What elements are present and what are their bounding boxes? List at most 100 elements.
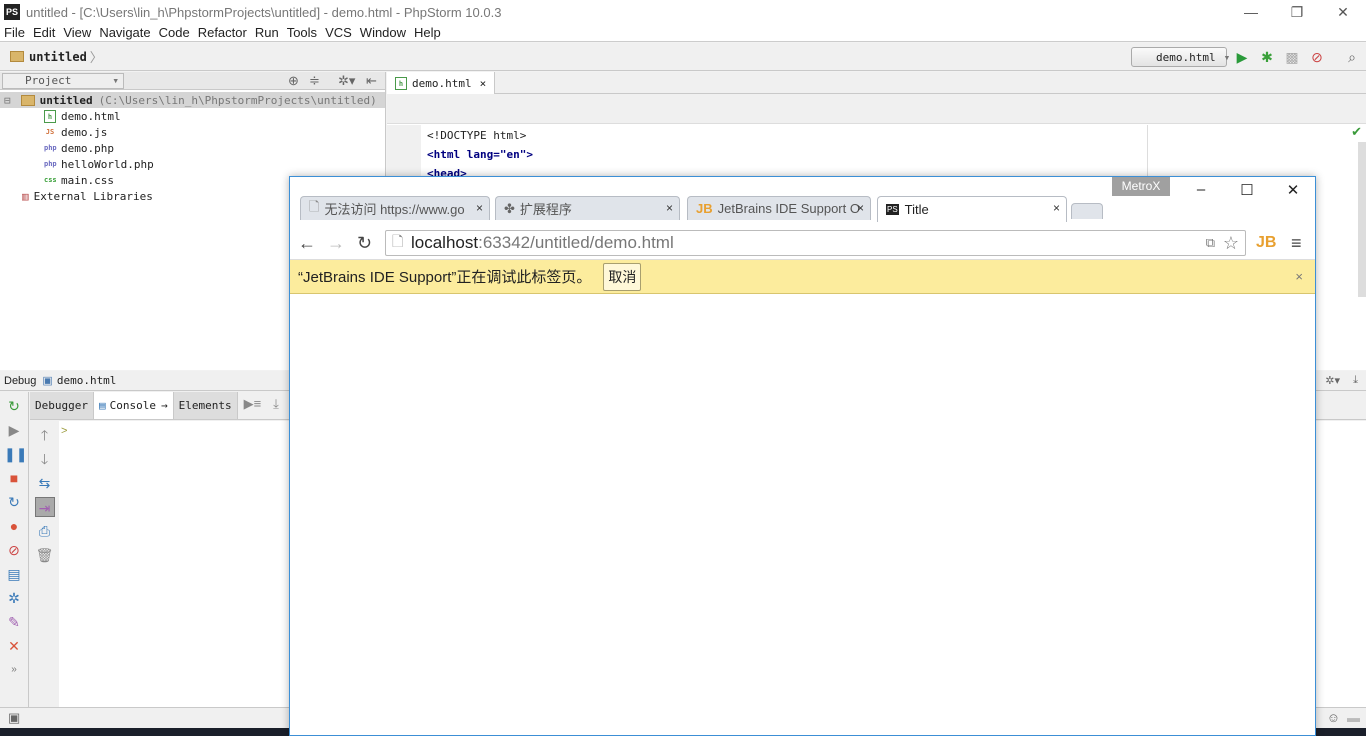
console-icon: ▤: [98, 399, 106, 412]
rerun-icon[interactable]: ↻: [4, 396, 24, 416]
layout-icon[interactable]: ▤: [4, 564, 24, 584]
more-icon[interactable]: »: [4, 660, 24, 680]
phpstorm-logo: PS: [4, 4, 20, 20]
close-tab-icon[interactable]: ×: [857, 201, 864, 215]
external-libraries-label: External Libraries: [33, 189, 153, 203]
gear-icon[interactable]: ✲▾: [1325, 374, 1340, 387]
file-name: helloWorld.php: [61, 157, 154, 171]
menu-run[interactable]: Run: [251, 24, 283, 41]
stop-icon[interactable]: ■: [4, 468, 24, 488]
file-name: demo.html: [61, 109, 121, 123]
pin-icon[interactable]: ✎: [4, 612, 24, 632]
menu-icon[interactable]: ≡: [1291, 233, 1302, 254]
close-tab-icon[interactable]: ×: [480, 77, 487, 90]
tree-item[interactable]: JS demo.js: [0, 124, 385, 140]
tab-label: Console: [109, 399, 156, 412]
close-tab-icon[interactable]: ×: [476, 201, 483, 215]
jetbrains-extension-icon[interactable]: JB: [1256, 234, 1276, 252]
translate-icon[interactable]: ⧉: [1206, 235, 1215, 251]
menu-navigate[interactable]: Navigate: [95, 24, 154, 41]
tab-elements[interactable]: Elements: [173, 392, 238, 419]
event-log-icon[interactable]: ▬: [1347, 710, 1360, 725]
run-config-select[interactable]: demo.html ▾: [1131, 47, 1230, 67]
restart-icon[interactable]: ↻: [4, 492, 24, 512]
trash-icon[interactable]: 🗑: [35, 545, 55, 565]
close-tab-icon[interactable]: ×: [1053, 201, 1060, 215]
menu-tools[interactable]: Tools: [283, 24, 321, 41]
reload-icon[interactable]: ↻: [357, 233, 372, 254]
tree-item[interactable]: h demo.html: [0, 108, 385, 124]
chrome-minimize-button[interactable]: –: [1178, 181, 1224, 201]
tab-title: 无法访问 https://www.go: [324, 202, 465, 217]
scrollbar[interactable]: [1358, 142, 1366, 297]
scroll-to-end-icon[interactable]: ⇥: [34, 497, 55, 517]
tab-console[interactable]: ▤ Console →: [93, 392, 174, 419]
tab-debugger[interactable]: Debugger: [30, 392, 94, 419]
forward-icon[interactable]: →: [327, 233, 345, 254]
gear-icon[interactable]: ✲▾: [338, 73, 355, 89]
tree-item[interactable]: php demo.php: [0, 140, 385, 156]
soft-wrap-icon[interactable]: ⇆: [35, 473, 55, 493]
code-line[interactable]: <!DOCTYPE html>: [427, 129, 526, 142]
breakpoints-icon[interactable]: ●: [4, 516, 24, 536]
browser-tab[interactable]: 🗋 无法访问 https://www.go ×: [300, 196, 490, 220]
debug-config-name[interactable]: demo.html: [57, 374, 117, 387]
chrome-close-button[interactable]: ✕: [1270, 181, 1316, 201]
close-button[interactable]: ✕: [1320, 0, 1366, 24]
breadcrumb-untitled[interactable]: untitled: [29, 50, 87, 64]
search-icon[interactable]: ⌕: [1344, 49, 1360, 65]
collapse-icon[interactable]: ⊟: [4, 94, 11, 107]
close-infobar-icon[interactable]: ×: [1295, 269, 1303, 284]
menu-edit[interactable]: Edit: [29, 24, 59, 41]
menu-refactor[interactable]: Refactor: [194, 24, 251, 41]
tool-window-icon[interactable]: ▣: [8, 710, 20, 726]
code-line[interactable]: <html lang="en">: [427, 148, 533, 161]
menu-vcs[interactable]: VCS: [321, 24, 356, 41]
page-content[interactable]: [290, 294, 1315, 734]
project-view-select[interactable]: Project ▾: [2, 72, 124, 89]
collapse-all-icon[interactable]: ≑: [309, 73, 320, 89]
resume-icon[interactable]: ▶: [4, 420, 24, 440]
menu-help[interactable]: Help: [410, 24, 445, 41]
restore-button[interactable]: ❐: [1274, 0, 1320, 24]
debug-bug-icon[interactable]: ✱: [1259, 49, 1275, 65]
tree-item[interactable]: php helloWorld.php: [0, 156, 385, 172]
menu-code[interactable]: Code: [155, 24, 194, 41]
print-icon[interactable]: ⎙: [35, 521, 55, 541]
browser-tab[interactable]: ✤ 扩展程序 ×: [495, 196, 680, 220]
cancel-button[interactable]: 取消: [603, 262, 642, 291]
hide-panel-icon[interactable]: ⇤: [366, 73, 377, 89]
star-icon[interactable]: ☆: [1223, 233, 1239, 254]
menu-view[interactable]: View: [59, 24, 95, 41]
mute-breakpoints-icon[interactable]: ⊘: [4, 540, 24, 560]
url-path: :63342/untitled/demo.html: [478, 233, 674, 252]
editor-tab-demo-html[interactable]: h demo.html ×: [387, 72, 496, 94]
step-over-icon[interactable]: ⤓: [267, 392, 285, 419]
menu-window[interactable]: Window: [356, 24, 410, 41]
new-tab-button[interactable]: [1071, 203, 1103, 219]
tree-root[interactable]: ⊟ untitled (C:\Users\lin_h\PhpstormProje…: [0, 92, 385, 108]
browser-tab-active[interactable]: PS Title ×: [877, 196, 1067, 222]
up-arrow-icon[interactable]: 🡑: [35, 425, 55, 445]
inspector-icon[interactable]: ☺: [1327, 710, 1340, 725]
settings-icon[interactable]: ✲: [4, 588, 24, 608]
menu-file[interactable]: File: [0, 24, 29, 41]
close-tab-icon[interactable]: ×: [666, 201, 673, 215]
tab-title: JetBrains IDE Support O: [717, 201, 860, 216]
chrome-maximize-button[interactable]: ☐: [1224, 181, 1270, 201]
php-file-icon: php: [44, 143, 57, 152]
down-arrow-icon[interactable]: 🡓: [35, 449, 55, 469]
navigation-bar: untitled 〉 demo.html ▾ ▶ ✱ ▩ ⊘ ⌕: [0, 43, 1366, 71]
address-bar[interactable]: 🗋 localhost:63342/untitled/demo.html ⧉ ☆: [385, 230, 1246, 256]
step-icon[interactable]: ▶≡: [238, 392, 268, 419]
locate-icon[interactable]: ⊕: [288, 73, 299, 89]
back-icon[interactable]: ←: [298, 233, 316, 254]
pause-icon[interactable]: ❚❚: [4, 444, 27, 464]
run-icon[interactable]: ▶: [1234, 49, 1250, 65]
minimize-button[interactable]: —: [1228, 0, 1274, 24]
close-icon[interactable]: ✕: [4, 636, 24, 656]
browser-tab[interactable]: JB JetBrains IDE Support O ×: [687, 196, 871, 220]
hide-icon[interactable]: ⤓: [1353, 374, 1358, 387]
stop-debug-icon[interactable]: ⊘: [1309, 49, 1325, 65]
coverage-icon[interactable]: ▩: [1284, 49, 1300, 65]
